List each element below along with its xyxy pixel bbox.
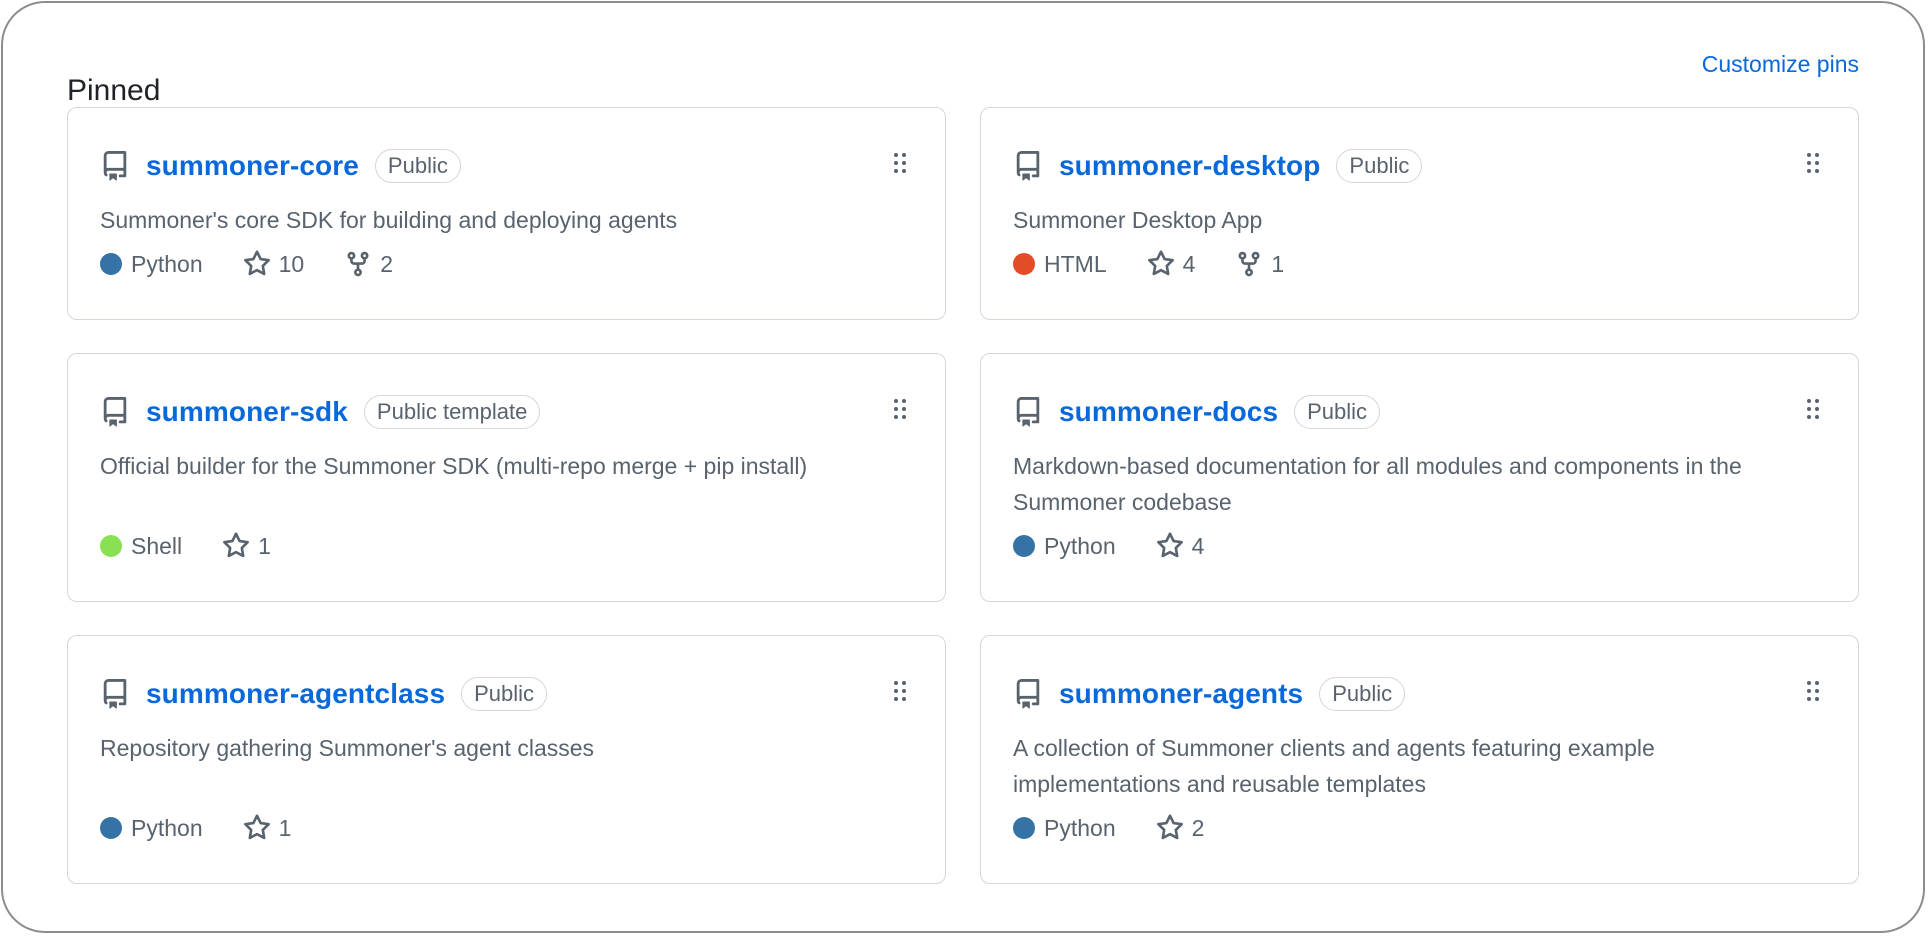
- stars-link[interactable]: 4: [1147, 250, 1196, 278]
- repo-icon: [1016, 397, 1040, 427]
- stars-link[interactable]: 10: [243, 250, 305, 278]
- visibility-badge: Public: [1319, 677, 1406, 711]
- language-color-dot: [1013, 535, 1035, 557]
- repo-icon: [1016, 151, 1040, 181]
- pinned-repo-card: summoner-sdk Public template Official bu…: [67, 353, 946, 602]
- forks-link[interactable]: 1: [1235, 250, 1284, 278]
- visibility-badge: Public: [461, 677, 548, 711]
- repo-meta: Python 1: [100, 814, 331, 842]
- language-color-dot: [100, 535, 122, 557]
- repo-meta: HTML 4 1: [1013, 250, 1324, 278]
- pinned-grid: summoner-core Public Summoner's core SDK…: [67, 107, 1859, 884]
- stars-count: 2: [1191, 814, 1205, 841]
- pinned-repo-card: summoner-core Public Summoner's core SDK…: [67, 107, 946, 320]
- customize-pins-link[interactable]: Customize pins: [1702, 51, 1859, 78]
- stars-count: 1: [258, 532, 271, 559]
- repo-description: Repository gathering Summoner's agent cl…: [100, 735, 595, 761]
- language-label: Python: [131, 250, 203, 277]
- card-header: summoner-agentclass Public: [100, 674, 548, 714]
- stars-count: 4: [1191, 532, 1205, 559]
- repo-icon: [103, 151, 127, 181]
- drag-handle-icon[interactable]: [1806, 398, 1820, 420]
- pinned-panel: Pinned Customize pins summoner-core Publ…: [1, 1, 1925, 933]
- visibility-badge: Public: [374, 149, 461, 183]
- repo-description: Official builder for the Summoner SDK (m…: [100, 453, 808, 479]
- star-icon: [1156, 532, 1183, 558]
- visibility-badge: Public: [1336, 149, 1423, 183]
- card-header: summoner-sdk Public template: [100, 392, 541, 432]
- pinned-repo-card: summoner-desktop Public Summoner Desktop…: [980, 107, 1859, 320]
- repo-name-link[interactable]: summoner-agents: [1059, 678, 1303, 710]
- pinned-header: Pinned Customize pins: [67, 47, 1859, 107]
- stars-link[interactable]: 1: [243, 814, 292, 842]
- repo-name-link[interactable]: summoner-desktop: [1059, 150, 1320, 182]
- card-header: summoner-docs Public: [1013, 392, 1381, 432]
- repo-meta: Python 2: [1013, 814, 1244, 842]
- stars-count: 4: [1182, 250, 1196, 277]
- card-header: summoner-agents Public: [1013, 674, 1406, 714]
- repo-name-link[interactable]: summoner-agentclass: [146, 678, 445, 710]
- star-icon: [1156, 814, 1183, 840]
- drag-handle-icon[interactable]: [1806, 152, 1820, 174]
- repo-name-link[interactable]: summoner-docs: [1059, 396, 1278, 428]
- language-color-dot: [1013, 817, 1035, 839]
- repo-name-link[interactable]: summoner-core: [146, 150, 359, 182]
- repo-description: Markdown-based documentation for all mod…: [1013, 453, 1742, 515]
- visibility-badge: Public template: [363, 395, 541, 429]
- fork-icon: [1238, 251, 1260, 277]
- repo-description: A collection of Summoner clients and age…: [1013, 735, 1655, 797]
- pinned-title: Pinned: [67, 73, 161, 107]
- visibility-badge: Public: [1294, 395, 1381, 429]
- drag-handle-icon[interactable]: [1806, 680, 1820, 702]
- language-color-dot: [100, 817, 122, 839]
- pinned-repo-card: summoner-agents Public A collection of S…: [980, 635, 1859, 884]
- star-icon: [1147, 250, 1174, 276]
- forks-count: 1: [1271, 250, 1285, 277]
- card-header: summoner-core Public: [100, 146, 461, 186]
- fork-icon: [347, 251, 369, 277]
- forks-link[interactable]: 2: [344, 250, 393, 278]
- pinned-repo-card: summoner-agentclass Public Repository ga…: [67, 635, 946, 884]
- repo-icon: [1016, 679, 1040, 709]
- card-header: summoner-desktop Public: [1013, 146, 1423, 186]
- stars-link[interactable]: 4: [1156, 532, 1205, 560]
- language-label: Shell: [131, 532, 183, 559]
- stars-count: 10: [278, 250, 305, 277]
- star-icon: [243, 814, 270, 840]
- repo-meta: Python 10 2: [100, 250, 433, 278]
- repo-meta: Python 4: [1013, 532, 1244, 560]
- stars-link[interactable]: 2: [1156, 814, 1205, 842]
- star-icon: [243, 250, 270, 276]
- repo-name-link[interactable]: summoner-sdk: [146, 396, 348, 428]
- language-label: Python: [1044, 532, 1116, 559]
- repo-icon: [103, 679, 127, 709]
- pinned-repo-card: summoner-docs Public Markdown-based docu…: [980, 353, 1859, 602]
- repo-icon: [103, 397, 127, 427]
- language-color-dot: [100, 253, 122, 275]
- language-color-dot: [1013, 253, 1035, 275]
- forks-count: 2: [380, 250, 393, 277]
- star-icon: [223, 532, 250, 558]
- stars-count: 1: [278, 814, 292, 841]
- stars-link[interactable]: 1: [222, 532, 271, 560]
- repo-description: Summoner's core SDK for building and dep…: [100, 207, 678, 233]
- repo-description: Summoner Desktop App: [1013, 207, 1263, 233]
- drag-handle-icon[interactable]: [893, 680, 907, 702]
- drag-handle-icon[interactable]: [893, 398, 907, 420]
- language-label: Python: [1044, 814, 1116, 841]
- repo-meta: Shell 1: [100, 532, 311, 560]
- drag-handle-icon[interactable]: [893, 152, 907, 174]
- language-label: HTML: [1044, 250, 1107, 277]
- language-label: Python: [131, 814, 203, 841]
